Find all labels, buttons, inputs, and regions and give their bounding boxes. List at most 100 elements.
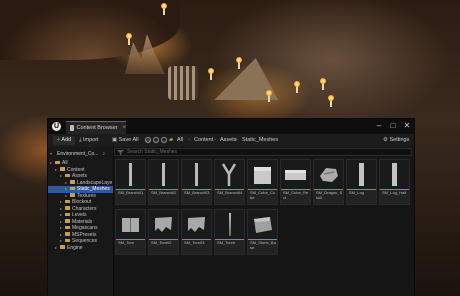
- asset-tile[interactable]: SM_Branch02: [148, 159, 179, 205]
- asset-tile[interactable]: SM_Torn03: [181, 209, 212, 255]
- add-button[interactable]: + Add: [53, 136, 75, 145]
- static-mesh-thumbnail-icon: [314, 160, 343, 189]
- folder-icon: [70, 193, 75, 197]
- asset-tile[interactable]: SM_Dragon_Skull: [313, 159, 344, 205]
- asset-name: SM_Branch04: [217, 190, 243, 195]
- asset-tile[interactable]: SM_Cube_Rect: [280, 159, 311, 205]
- asset-name: SM_Tom: [118, 240, 134, 245]
- asset-name: SM_Branch03: [184, 190, 210, 195]
- static-mesh-thumbnail-icon: [182, 160, 211, 189]
- asset-name: SM_Branch01: [118, 190, 144, 195]
- asset-tile[interactable]: SM_Log: [346, 159, 377, 205]
- tab-label: Content Browser: [76, 125, 118, 131]
- asset-tile[interactable]: SM_Cube_Cube: [247, 159, 278, 205]
- asset-view: Search Static_Meshes SM_Branch01 SM_Branc…: [114, 147, 414, 296]
- folder-icon: [55, 160, 60, 165]
- asset-name: SM_Dragon_Skull: [316, 190, 343, 200]
- sources-header[interactable]: ▾ Environment_Co... ⌕: [50, 149, 110, 158]
- breadcrumb-static-meshes[interactable]: Static_Meshes: [242, 136, 278, 145]
- breadcrumb-assets[interactable]: Assets: [220, 136, 237, 145]
- history-icon[interactable]: ◷: [145, 137, 151, 143]
- tree-folder-label: Textures: [77, 192, 96, 199]
- save-all-label: Save All: [118, 137, 139, 143]
- folder-icon: [65, 225, 70, 230]
- asset-name: SM_Torn03: [184, 240, 205, 245]
- content-browser-window: U Content Browser × – □ ✕ + Add ⤓ Import…: [47, 118, 415, 296]
- asset-name: SM_Torch: [217, 240, 236, 245]
- forward-icon[interactable]: ›: [161, 137, 167, 143]
- breadcrumb-separator-icon: ›: [188, 137, 190, 143]
- import-button[interactable]: ⤓ Import: [79, 136, 99, 145]
- close-button[interactable]: ✕: [402, 121, 412, 130]
- asset-tile[interactable]: SM_Branch03: [181, 159, 212, 205]
- add-label: Add: [61, 137, 72, 143]
- folder-icon: [65, 212, 70, 217]
- folder-icon: [65, 219, 70, 223]
- breadcrumb-all[interactable]: All: [177, 136, 183, 145]
- folder-tree: ▸ All ▸ Content ▸ Assets ▸ LandscapeLaye ▸ Static…: [48, 160, 113, 251]
- back-icon[interactable]: ‹: [153, 137, 159, 143]
- candle-icon: [161, 3, 167, 15]
- import-label: Import: [82, 137, 99, 143]
- folder-icon: [70, 180, 75, 184]
- asset-tile[interactable]: SM_Torn02: [148, 209, 179, 255]
- search-input[interactable]: Search Static_Meshes: [127, 149, 177, 155]
- candle-icon: [294, 81, 300, 93]
- tree-folder-label: Content: [67, 166, 85, 173]
- tree-folder-label: Megascans: [72, 225, 98, 231]
- search-bar[interactable]: Search Static_Meshes: [114, 148, 412, 156]
- save-all-button[interactable]: ▣ Save All: [112, 136, 139, 145]
- folder-icon: [60, 167, 65, 171]
- breadcrumb-content[interactable]: Content: [194, 136, 213, 145]
- folder-icon: [65, 238, 70, 243]
- folder-icon: ▰: [169, 137, 174, 143]
- static-mesh-thumbnail-icon: [281, 160, 310, 189]
- tree-folder-label: Blockout: [72, 199, 92, 205]
- content-browser-icon: [70, 125, 74, 131]
- filter-icon[interactable]: [117, 150, 124, 155]
- search-icon[interactable]: ⌕: [102, 151, 105, 157]
- folder-icon: [70, 186, 75, 191]
- tree-folder-item[interactable]: ▸ Engine: [48, 245, 113, 252]
- candle-icon: [328, 95, 334, 107]
- static-mesh-thumbnail-icon: [248, 210, 277, 239]
- asset-name: SM_Stone_Base: [250, 240, 276, 250]
- tree-folder-label: Levels: [72, 212, 87, 218]
- gear-icon: ⚙: [383, 137, 388, 143]
- maximize-button[interactable]: □: [388, 121, 398, 130]
- asset-name: SM_Cube_Rect: [283, 190, 309, 200]
- asset-name: SM_Log: [349, 190, 364, 195]
- asset-name: SM_Cube_Cube: [250, 190, 276, 200]
- plus-icon: +: [56, 137, 61, 143]
- tree-folder-label: Characters: [72, 205, 97, 212]
- breadcrumb-separator-icon: ›: [236, 137, 238, 143]
- tab-content-browser[interactable]: Content Browser ×: [66, 121, 126, 134]
- asset-name: SM_Branch02: [151, 190, 177, 195]
- asset-tile[interactable]: SM_Branch04: [214, 159, 245, 205]
- toolbar: + Add ⤓ Import ▣ Save All ◷ ‹ › ▰ All › …: [48, 134, 414, 147]
- tab-close-icon[interactable]: ×: [122, 125, 126, 131]
- tree-folder-label: All: [62, 160, 68, 166]
- folder-icon: [60, 245, 65, 249]
- sources-panel: ▾ Environment_Co... ⌕ ▸ All ▸ Content ▸ Asset…: [48, 147, 114, 296]
- asset-tile[interactable]: SM_Branch01: [115, 159, 146, 205]
- folder-icon: [65, 199, 70, 204]
- title-bar[interactable]: U Content Browser × – □ ✕: [48, 119, 414, 134]
- static-mesh-thumbnail-icon: [347, 160, 376, 189]
- folder-icon: [65, 206, 70, 210]
- tree-folder-label: MSPresets: [72, 231, 97, 238]
- rib-bones: [168, 66, 198, 100]
- asset-tile[interactable]: SM_Tom: [115, 209, 146, 255]
- candle-icon: [126, 33, 132, 45]
- static-mesh-thumbnail-icon: [116, 160, 145, 189]
- static-mesh-thumbnail-icon: [380, 160, 409, 189]
- settings-button[interactable]: ⚙ Settings: [383, 136, 409, 145]
- asset-tile[interactable]: SM_Torch: [214, 209, 245, 255]
- static-mesh-thumbnail-icon: [149, 160, 178, 189]
- breadcrumb-separator-icon: ›: [214, 137, 216, 143]
- minimize-button[interactable]: –: [374, 121, 384, 130]
- static-mesh-thumbnail-icon: [149, 210, 178, 239]
- asset-tile[interactable]: SM_Log_Half: [379, 159, 410, 205]
- asset-tile[interactable]: SM_Stone_Base: [247, 209, 278, 255]
- folder-icon: [65, 232, 70, 236]
